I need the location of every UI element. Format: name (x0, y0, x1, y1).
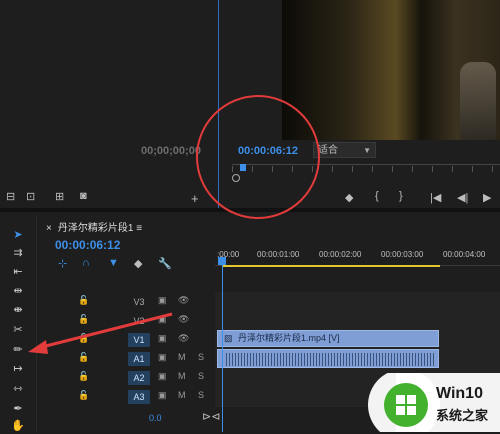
ruler-label: 00:00:01:00 (257, 250, 300, 259)
go-to-in-icon[interactable]: |◀ (430, 191, 441, 204)
timeline-tab[interactable]: × 丹泽尔精彩片段1 ≡ (46, 219, 142, 234)
step-back-icon[interactable]: ◀| (457, 191, 468, 204)
watermark-brand: Win10 (436, 385, 483, 402)
track-area[interactable] (215, 311, 500, 331)
pen-icon[interactable]: ✒ (9, 401, 27, 417)
ruler-label: 00:00:04:00 (443, 250, 486, 259)
pen-tool-icon[interactable]: ⇿ (9, 381, 27, 397)
track-label[interactable]: V3 (128, 295, 150, 309)
video-clip[interactable]: ▨ 丹泽尔精彩片段1.mp4 [V] (217, 330, 439, 347)
eye-icon[interactable]: 👁 (178, 295, 189, 306)
linked-selection-icon[interactable]: ∩ (82, 257, 90, 269)
ruler-label: 00:00:02:00 (319, 250, 362, 259)
camera-icon[interactable]: ◙ (80, 190, 87, 202)
close-icon[interactable]: × (46, 223, 52, 234)
annotation-circle (196, 95, 320, 219)
watermark-subtitle: 系统之家 (436, 408, 489, 423)
sync-lock-icon[interactable]: ▣ (158, 295, 167, 306)
master-track-icon[interactable]: ⊳⊲ (202, 410, 220, 423)
menu-icon[interactable]: ≡ (136, 223, 142, 234)
mark-out-icon[interactable]: } (399, 190, 403, 202)
source-overwrite-icon[interactable]: ⊡ (26, 190, 35, 203)
mute-button[interactable]: M (178, 352, 186, 362)
track-row-v3: 🔓 V3 ▣ 👁 (38, 292, 500, 312)
fx-icon: ▨ (224, 333, 233, 343)
play-icon[interactable]: ▶ (483, 191, 491, 204)
audio-clip[interactable] (217, 349, 439, 368)
source-insert-icon[interactable]: ⊟ (6, 190, 15, 203)
work-area-bar[interactable] (222, 265, 440, 267)
timeline-playhead[interactable] (222, 257, 223, 432)
solo-button[interactable]: S (198, 371, 204, 381)
playhead-handle[interactable] (218, 257, 226, 265)
solo-button[interactable]: S (198, 390, 204, 400)
timeline-timecode[interactable]: 00:00:06:12 (55, 238, 120, 252)
slide-tool-icon[interactable]: ↦ (9, 361, 27, 377)
selection-tool-icon[interactable]: ➤ (9, 227, 27, 243)
add-marker-icon[interactable]: ◆ (345, 191, 353, 204)
wrench-icon[interactable]: 🔧 (158, 257, 172, 270)
track-area[interactable] (215, 292, 500, 312)
timeline-tab-label: 丹泽尔精彩片段1 (57, 223, 134, 234)
eye-icon[interactable]: 👁 (178, 333, 189, 344)
timeline-ruler[interactable]: :00:00 00:00:01:00 00:00:02:00 00:00:03:… (215, 249, 500, 266)
annotation-arrow (28, 312, 173, 354)
track-label[interactable]: A3 (128, 390, 150, 404)
mute-button[interactable]: M (178, 390, 186, 400)
track-label[interactable]: A2 (128, 371, 150, 385)
sync-lock-icon[interactable]: ▣ (158, 390, 167, 401)
master-volume-value[interactable]: 0.0 (149, 413, 162, 423)
rolling-edit-tool-icon[interactable]: ⇹ (9, 283, 27, 299)
eye-icon[interactable]: 👁 (178, 314, 189, 325)
add-button-icon[interactable]: + (191, 191, 199, 206)
watermark: Win10 系统之家 (366, 373, 500, 432)
source-monitor (0, 0, 218, 210)
program-video-frame (282, 0, 500, 140)
solo-button[interactable]: S (198, 352, 204, 362)
ruler-label: 00:00:03:00 (381, 250, 424, 259)
lock-icon[interactable]: 🔓 (78, 371, 89, 382)
mark-in-icon[interactable]: { (375, 190, 379, 202)
fit-select-value: 适合 (318, 145, 338, 156)
snap-icon[interactable]: ⊹ (58, 257, 67, 270)
source-export-icon[interactable]: ⊞ (55, 190, 64, 203)
lock-icon[interactable]: 🔓 (78, 390, 89, 401)
video-clip-label: 丹泽尔精彩片段1.mp4 [V] (238, 333, 340, 343)
fit-select[interactable]: 适合 ▼ (313, 142, 376, 158)
audio-waveform (226, 353, 436, 366)
add-marker-timeline-icon[interactable]: ▼ (108, 257, 119, 269)
marker-icon[interactable]: ◆ (134, 257, 142, 270)
lock-icon[interactable]: 🔓 (78, 295, 89, 306)
mute-button[interactable]: M (178, 371, 186, 381)
ripple-edit-tool-icon[interactable]: ⇤ (9, 264, 27, 280)
sync-lock-icon[interactable]: ▣ (158, 371, 167, 382)
chevron-down-icon: ▼ (363, 146, 371, 155)
track-select-tool-icon[interactable]: ⇉ (9, 245, 27, 261)
source-timecode[interactable]: 00;00;00;00 (141, 145, 201, 157)
